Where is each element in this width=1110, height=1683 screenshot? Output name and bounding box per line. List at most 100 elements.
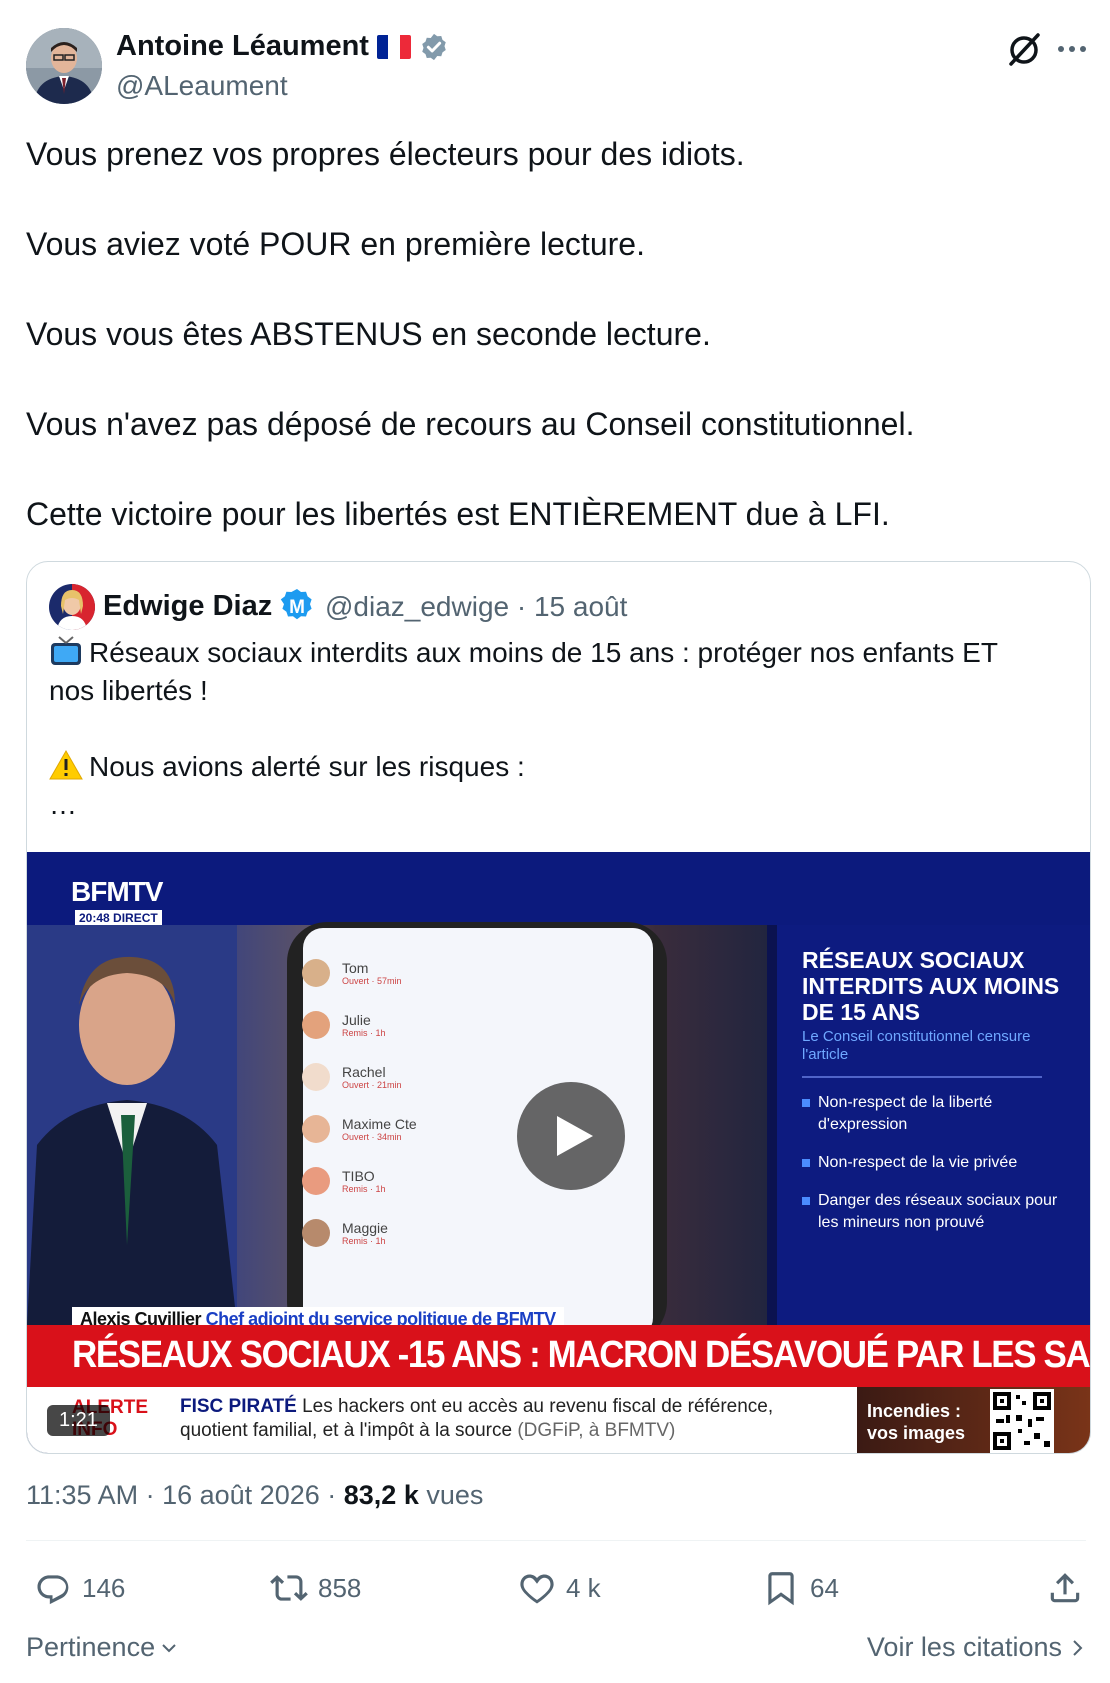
video-duration: 1:21 — [47, 1405, 110, 1436]
tweet-line: Cette victoire pour les libertés est ENT… — [26, 496, 890, 532]
contact-status: Ouvert · 57min — [342, 976, 402, 986]
chevron-down-icon — [162, 1643, 176, 1652]
quoted-author-avatar[interactable] — [49, 584, 95, 630]
contact-status: Remis · 1h — [342, 1236, 386, 1246]
contact-name: Maggie — [342, 1220, 388, 1236]
contact-row: Tom Ouvert · 57min — [302, 947, 602, 999]
quoted-line-1: Réseaux sociaux interdits aux moins de 1… — [89, 637, 998, 668]
bfmtv-logo: BFMTV — [71, 876, 163, 907]
separator-dot: · — [516, 591, 534, 622]
tweet-time[interactable]: 11:35 AM — [26, 1480, 138, 1510]
tweet-line: Vous n'avez pas déposé de recours au Con… — [26, 406, 915, 442]
tweet-text: Vous prenez vos propres électeurs pour d… — [26, 132, 1086, 582]
headline-banner-text: RÉSEAUX SOCIAUX -15 ANS : MACRON DÉSAVOU… — [72, 1334, 1091, 1376]
warning-emoji-icon — [49, 749, 83, 780]
quoted-tweet[interactable]: Edwige Diaz M @diaz_edwige · 15 août Rés… — [26, 561, 1091, 1454]
contact-name: Julie — [342, 1012, 371, 1028]
views-label: vues — [426, 1480, 484, 1510]
info-bullet: Non-respect de la vie privée — [802, 1152, 1077, 1174]
separator-dot: · — [327, 1480, 344, 1510]
quoted-tweet-date[interactable]: 15 août — [534, 591, 627, 622]
speaker-figure — [27, 925, 237, 1325]
author-name-text[interactable]: Antoine Léaument — [116, 30, 369, 63]
reply-count: 146 — [82, 1572, 126, 1603]
chevron-right-icon — [1073, 1639, 1083, 1656]
info-bullet: Non-respect de la liberté d'expression — [802, 1092, 1077, 1136]
television-emoji-icon — [51, 636, 81, 665]
contact-avatar-icon — [302, 1011, 330, 1039]
ticker-line-2: quotient familial, et à l'impôt à la sou… — [180, 1420, 513, 1441]
play-button[interactable] — [517, 1082, 625, 1190]
repost-count: 858 — [318, 1572, 362, 1603]
ticker-line-1: Les hackers ont eu accès au revenu fisca… — [302, 1396, 774, 1417]
quoted-author-handle[interactable]: @diaz_edwige — [325, 591, 509, 622]
view-quotes-link[interactable]: Voir les citations — [867, 1632, 1086, 1663]
bookmark-count: 64 — [810, 1572, 839, 1603]
quoted-line-3: Nous avions alerté sur les risques : — [89, 751, 525, 782]
bookmark-button[interactable]: 64 — [762, 1568, 839, 1608]
info-panel-bullets: Non-respect de la liberté d'expression N… — [802, 1092, 1077, 1250]
info-panel-divider — [802, 1076, 1042, 1078]
like-count: 4 k — [566, 1572, 601, 1603]
ticker-headline: FISC PIRATÉ — [180, 1396, 297, 1417]
contact-avatar-icon — [302, 1115, 330, 1143]
repost-icon — [270, 1575, 308, 1601]
promo-text: Incendies : vos images — [867, 1401, 966, 1443]
contact-name: Tom — [342, 960, 369, 976]
contact-status: Remis · 1h — [342, 1028, 386, 1038]
verified-badge-icon — [422, 33, 446, 60]
author-name[interactable]: Antoine Léaument — [116, 30, 449, 63]
author-avatar[interactable] — [26, 28, 102, 104]
tweet-meta: 11:35 AM · 16 août 2026 · 83,2 k vues — [26, 1480, 483, 1511]
quoted-tweet-text: Réseaux sociaux interdits aux moins de 1… — [49, 634, 1059, 824]
contact-avatar-icon — [302, 1063, 330, 1091]
contact-avatar-icon — [302, 1219, 330, 1247]
info-panel-subtitle: Le Conseil constitutionnel censure l'art… — [802, 1028, 1031, 1063]
info-panel-title: RÉSEAUX SOCIAUX INTERDITS AUX MOINS DE 1… — [802, 947, 1060, 1025]
bookmark-icon — [768, 1572, 794, 1606]
play-icon — [557, 1116, 593, 1156]
reply-icon — [37, 1575, 69, 1605]
quoted-author-meta[interactable]: @diaz_edwige · 15 août — [325, 591, 627, 623]
info-bullet: Danger des réseaux sociaux pour les mine… — [802, 1190, 1077, 1234]
view-quotes-label: Voir les citations — [866, 1632, 1062, 1662]
svg-text:M: M — [289, 597, 305, 618]
share-button[interactable] — [1046, 1568, 1084, 1608]
contact-row: Maggie Remis · 1h — [302, 1207, 602, 1259]
ticker-text: FISC PIRATÉ Les hackers ont eu accès au … — [180, 1395, 860, 1443]
quoted-line-2: nos libertés ! — [49, 675, 208, 706]
sort-label: Pertinence — [26, 1632, 156, 1662]
contact-name: TIBO — [342, 1168, 375, 1184]
contact-status: Ouvert · 34min — [342, 1132, 402, 1142]
reply-button[interactable]: 146 — [34, 1568, 125, 1608]
contact-avatar-icon — [302, 959, 330, 987]
bfmtv-clock: 20:48 DIRECT — [75, 910, 162, 926]
grok-icon[interactable] — [1004, 30, 1044, 70]
contact-status: Ouvert · 21min — [342, 1080, 402, 1090]
heart-icon — [520, 1574, 554, 1604]
ticker-source: (DGFiP, à BFMTV) — [517, 1420, 676, 1441]
sort-dropdown[interactable]: Pertinence — [26, 1632, 179, 1663]
views-count: 83,2 k — [343, 1480, 419, 1510]
party-badge-icon: M — [280, 589, 312, 620]
quoted-author-name[interactable]: Edwige Diaz — [103, 590, 272, 623]
author-handle[interactable]: @ALeaument — [116, 70, 288, 102]
tweet-date[interactable]: 16 août 2026 — [162, 1480, 320, 1510]
tweet-line: Vous vous êtes ABSTENUS en seconde lectu… — [26, 316, 711, 352]
contact-avatar-icon — [302, 1167, 330, 1195]
france-flag-icon — [376, 34, 411, 59]
contact-row: Julie Remis · 1h — [302, 999, 602, 1051]
like-button[interactable]: 4 k — [518, 1568, 601, 1608]
share-icon — [1050, 1573, 1080, 1603]
contact-name: Rachel — [342, 1064, 386, 1080]
more-options-icon[interactable] — [1056, 44, 1088, 54]
repost-button[interactable]: 858 — [270, 1568, 361, 1608]
video-player[interactable]: BFMTV 20:48 DIRECT Tom Ouvert · 57min Jul… — [27, 852, 1091, 1453]
quoted-ellipsis: … — [49, 789, 77, 820]
separator-dot: · — [145, 1480, 163, 1510]
tweet-line: Vous prenez vos propres électeurs pour d… — [26, 136, 745, 172]
divider — [26, 1540, 1086, 1541]
contact-name: Maxime Cte — [342, 1116, 417, 1132]
qr-code-icon — [990, 1389, 1054, 1453]
tweet-line: Vous aviez voté POUR en première lecture… — [26, 226, 645, 262]
